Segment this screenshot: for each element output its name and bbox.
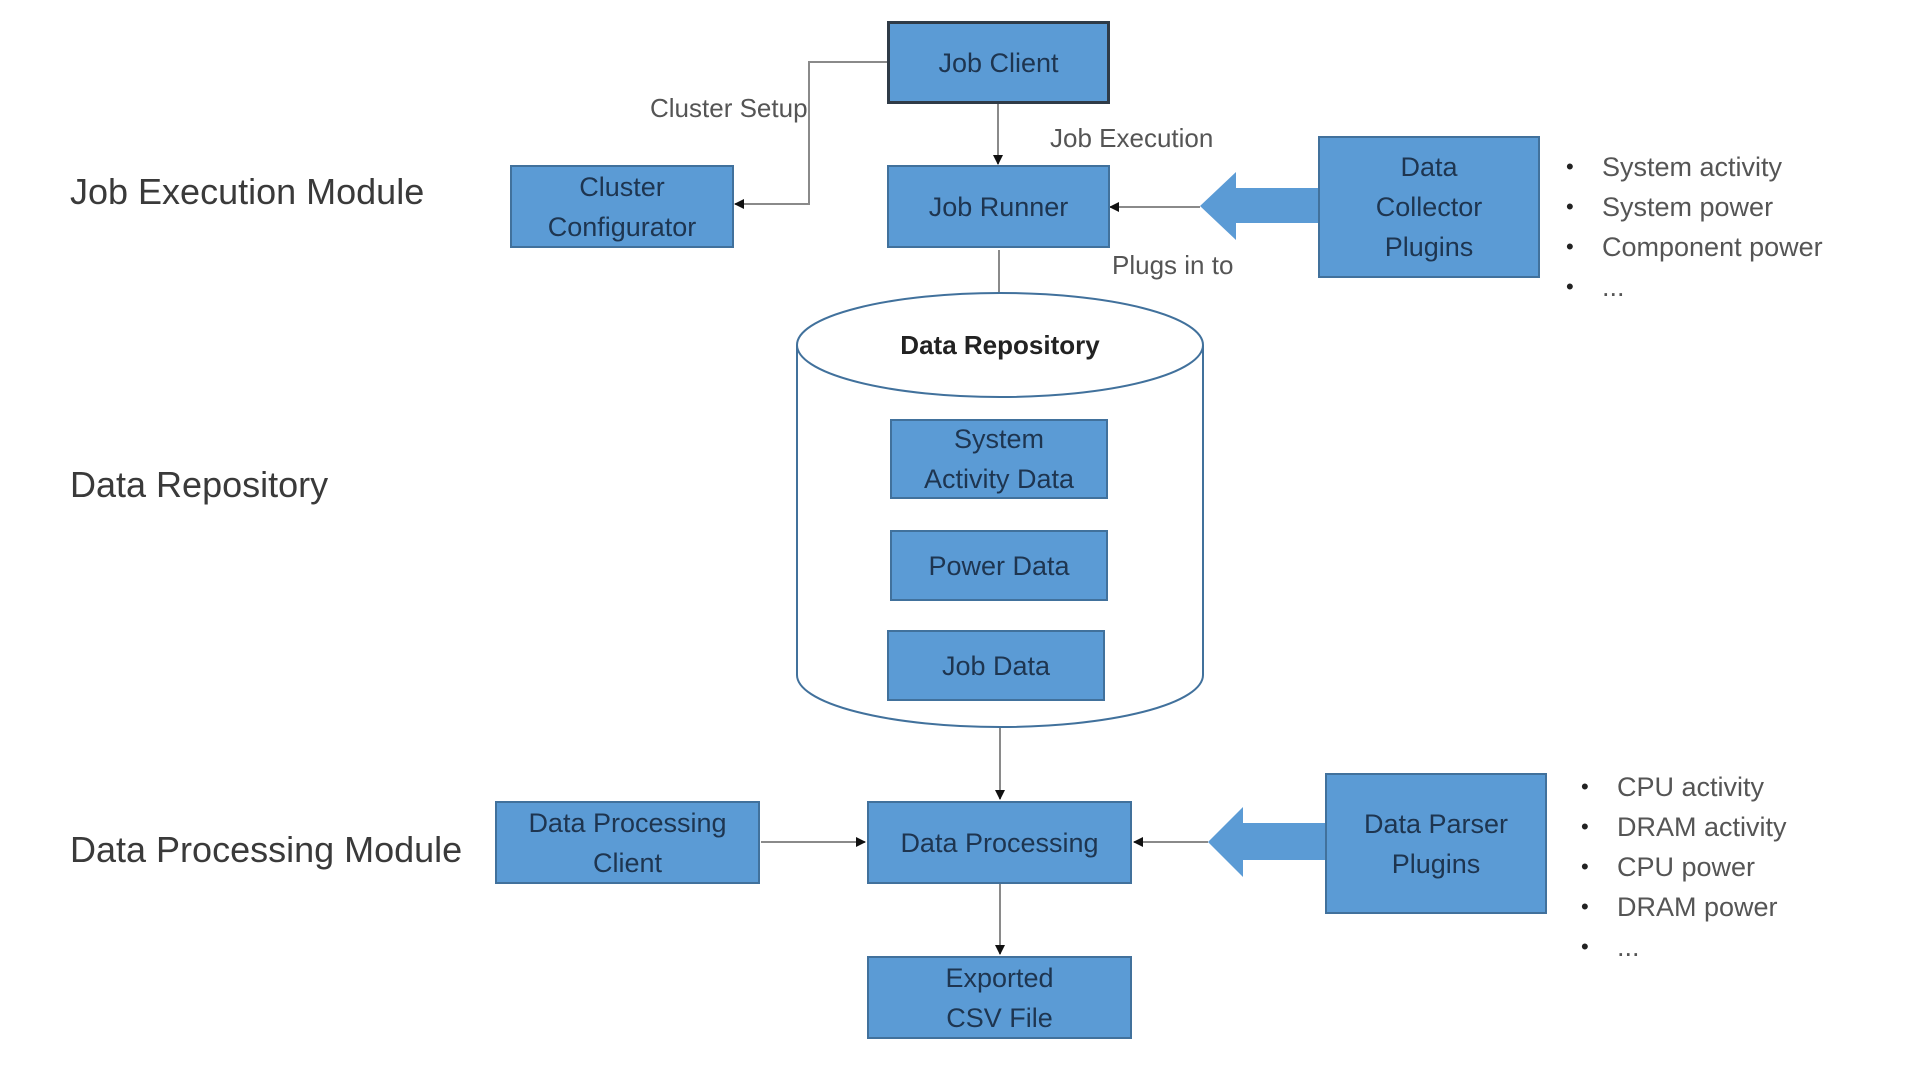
collector-items-list: System activity System power Component p… — [1566, 147, 1823, 307]
node-job-client-label: Job Client — [938, 47, 1059, 78]
node-job-runner-label: Job Runner — [928, 191, 1069, 222]
collector-block-arrow — [1200, 172, 1320, 240]
node-data-processing-label: Data Processing — [900, 827, 1099, 858]
connector-cluster-setup — [734, 61, 887, 209]
node-data-processing[interactable]: Data Processing — [867, 801, 1132, 884]
node-exported-csv-file-label: Exported CSV File — [945, 962, 1054, 1033]
node-system-activity-data[interactable]: System Activity Data — [890, 419, 1108, 499]
node-cluster-configurator-label: Cluster Configurator — [547, 171, 697, 242]
node-cluster-configurator[interactable]: Cluster Configurator — [510, 165, 734, 248]
node-job-data[interactable]: Job Data — [887, 630, 1105, 701]
node-job-data-label: Job Data — [941, 650, 1051, 681]
parser-items-list: CPU activity DRAM activity CPU power DRA… — [1581, 767, 1787, 967]
node-power-data[interactable]: Power Data — [890, 530, 1108, 601]
parser-item: CPU activity — [1581, 767, 1787, 807]
collector-item: System activity — [1566, 147, 1823, 187]
parser-block-arrow — [1208, 807, 1327, 877]
collector-item: System power — [1566, 187, 1823, 227]
node-job-runner[interactable]: Job Runner — [887, 165, 1110, 248]
edge-label-cluster-setup: Cluster Setup — [650, 93, 808, 123]
parser-item: CPU power — [1581, 847, 1787, 887]
collector-item: Component power — [1566, 227, 1823, 267]
node-power-data-label: Power Data — [928, 550, 1070, 581]
node-data-collector-plugins-label: Data Collector Plugins — [1375, 152, 1483, 262]
node-data-collector-plugins[interactable]: Data Collector Plugins — [1318, 136, 1540, 278]
node-system-activity-data-label: System Activity Data — [923, 424, 1075, 494]
node-data-processing-client[interactable]: Data Processing Client — [495, 801, 760, 884]
node-data-parser-plugins[interactable]: Data Parser Plugins — [1325, 773, 1547, 914]
node-job-client[interactable]: Job Client — [887, 21, 1110, 104]
node-data-parser-plugins-label: Data Parser Plugins — [1363, 808, 1509, 879]
parser-item: ... — [1581, 927, 1787, 967]
collector-item: ... — [1566, 267, 1823, 307]
section-label-data-repository: Data Repository — [70, 464, 329, 505]
parser-item: DRAM activity — [1581, 807, 1787, 847]
section-label-job-execution: Job Execution Module — [70, 171, 425, 212]
parser-item: DRAM power — [1581, 887, 1787, 927]
edge-label-job-execution: Job Execution — [1050, 123, 1214, 153]
edge-label-plugs-in-to: Plugs in to — [1112, 250, 1234, 280]
node-data-processing-client-label: Data Processing Client — [528, 807, 727, 878]
node-exported-csv-file[interactable]: Exported CSV File — [867, 956, 1132, 1039]
repository-title: Data Repository — [900, 330, 1100, 360]
section-label-data-processing: Data Processing Module — [70, 829, 463, 870]
